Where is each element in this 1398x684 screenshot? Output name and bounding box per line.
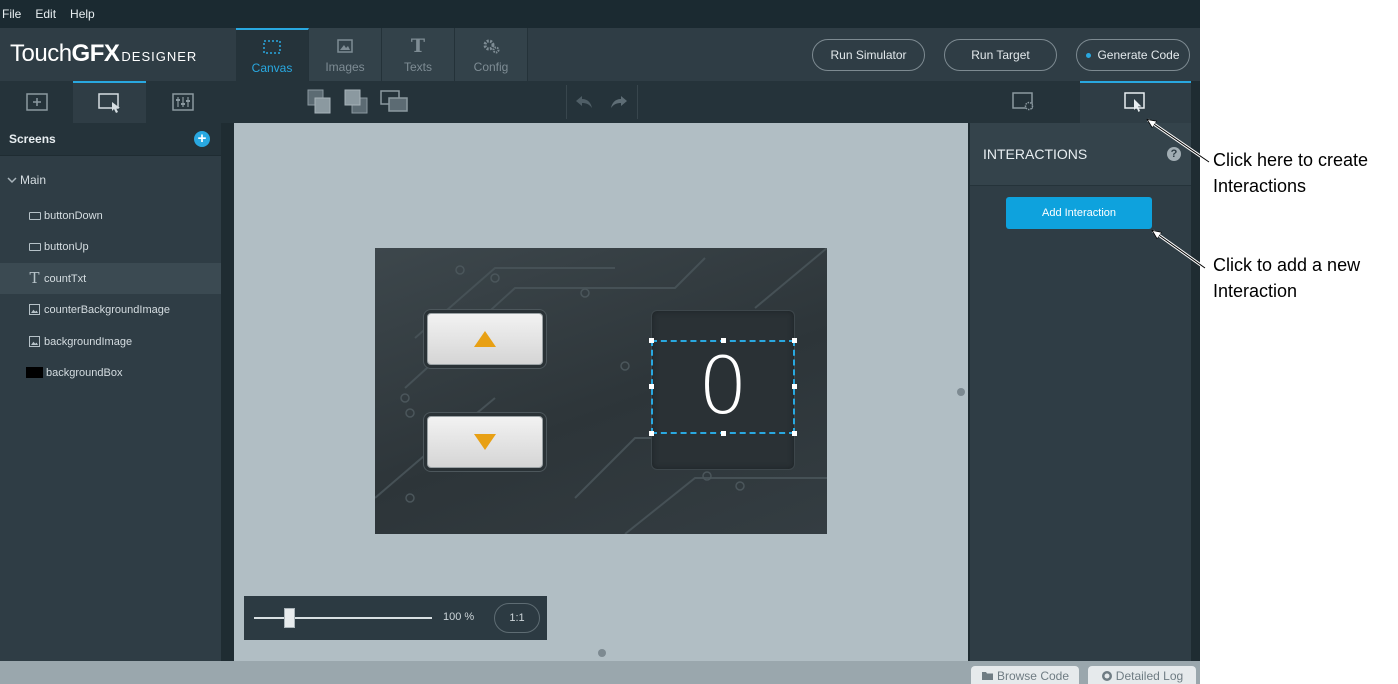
annotation-arrows bbox=[0, 118, 1210, 270]
annotation-add-interaction: Click to add a new Interaction bbox=[1213, 255, 1361, 301]
annotation-create-interactions: Click here to create Interactions bbox=[1213, 150, 1369, 196]
